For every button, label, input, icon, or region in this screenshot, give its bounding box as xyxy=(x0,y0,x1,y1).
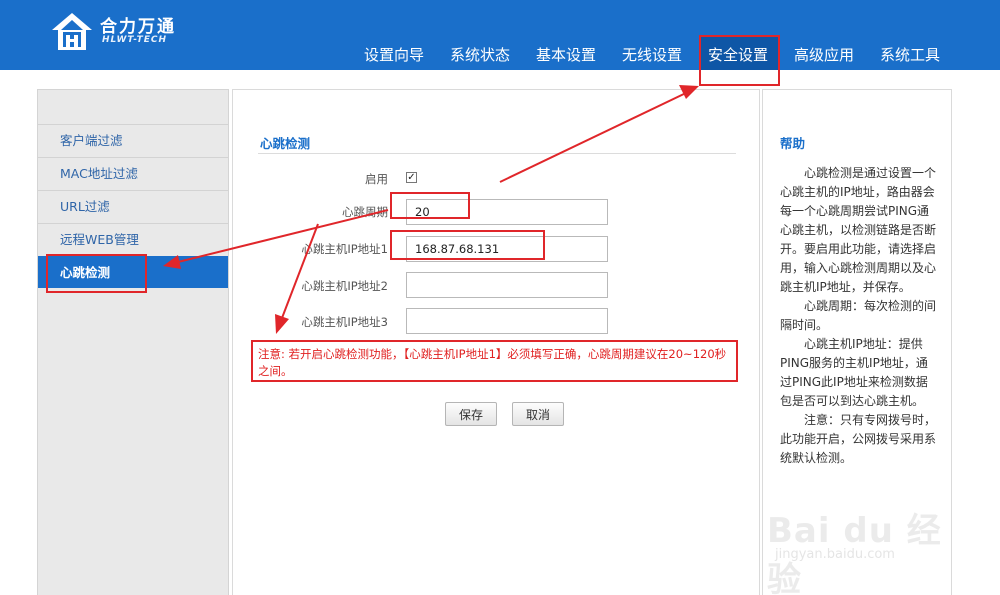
cancel-button[interactable]: 取消 xyxy=(512,402,564,426)
notice-text: 注意: 若开启心跳检测功能，【心跳主机IP地址1】必须填写正确，心跳周期建议在2… xyxy=(258,347,727,378)
save-button[interactable]: 保存 xyxy=(445,402,497,426)
ip2-input[interactable] xyxy=(406,272,608,298)
ip2-label: 心跳主机IP地址2 xyxy=(301,279,388,293)
house-logo-icon xyxy=(52,13,92,50)
nav-system-status[interactable]: 系统状态 xyxy=(450,44,510,65)
period-label: 心跳周期 xyxy=(342,205,388,219)
help-body: 心跳检测是通过设置一个心跳主机的IP地址，路由器会每一个心跳周期尝试PING通心… xyxy=(780,164,938,468)
brand-name: 合力万通 xyxy=(100,17,176,37)
enable-checkbox[interactable]: ✓ xyxy=(406,172,417,183)
sidebar-item-url-filter[interactable]: URL过滤 xyxy=(38,190,228,222)
nav-wireless-settings[interactable]: 无线设置 xyxy=(622,44,682,65)
sidebar-item-remote-web[interactable]: 远程WEB管理 xyxy=(38,223,228,255)
sidebar-item-heartbeat[interactable]: 心跳检测 xyxy=(38,256,228,288)
help-paragraph: 心跳主机IP地址：提供PING服务的主机IP地址，通过PING此IP地址来检测数… xyxy=(780,337,928,408)
help-paragraph: 心跳周期：每次检测的间隔时间。 xyxy=(780,299,937,332)
nav-security-settings[interactable]: 安全设置 xyxy=(708,44,768,65)
period-input[interactable]: 20 xyxy=(406,199,608,225)
enable-label: 启用 xyxy=(365,172,388,186)
section-title: 心跳检测 xyxy=(260,136,311,151)
brand-subtitle: HLWT-TECH xyxy=(102,35,168,45)
nav-basic-settings[interactable]: 基本设置 xyxy=(536,44,596,65)
sidebar-item-mac-filter[interactable]: MAC地址过滤 xyxy=(38,157,228,189)
section-divider xyxy=(258,153,736,154)
ip3-label: 心跳主机IP地址3 xyxy=(301,315,388,329)
nav-setup-wizard[interactable]: 设置向导 xyxy=(364,44,424,65)
sidebar-item-client-filter[interactable]: 客户端过滤 xyxy=(38,124,228,156)
help-paragraph: 注意：只有专网拨号时，此功能开启，公网拨号采用系统默认检测。 xyxy=(780,413,937,465)
help-paragraph: 心跳检测是通过设置一个心跳主机的IP地址，路由器会每一个心跳周期尝试PING通心… xyxy=(780,166,937,294)
ip3-input[interactable] xyxy=(406,308,608,334)
help-title: 帮助 xyxy=(780,136,806,151)
top-header: 合力万通 HLWT-TECH 设置向导 系统状态 基本设置 无线设置 安全设置 … xyxy=(0,0,1000,70)
nav-advanced-apps[interactable]: 高级应用 xyxy=(794,44,854,65)
sidebar: 客户端过滤 MAC地址过滤 URL过滤 远程WEB管理 心跳检测 xyxy=(37,89,229,595)
content-panel xyxy=(232,89,760,595)
ip1-input[interactable]: 168.87.68.131 xyxy=(406,236,608,262)
nav-system-tools[interactable]: 系统工具 xyxy=(880,44,940,65)
ip1-label: 心跳主机IP地址1 xyxy=(301,242,388,256)
